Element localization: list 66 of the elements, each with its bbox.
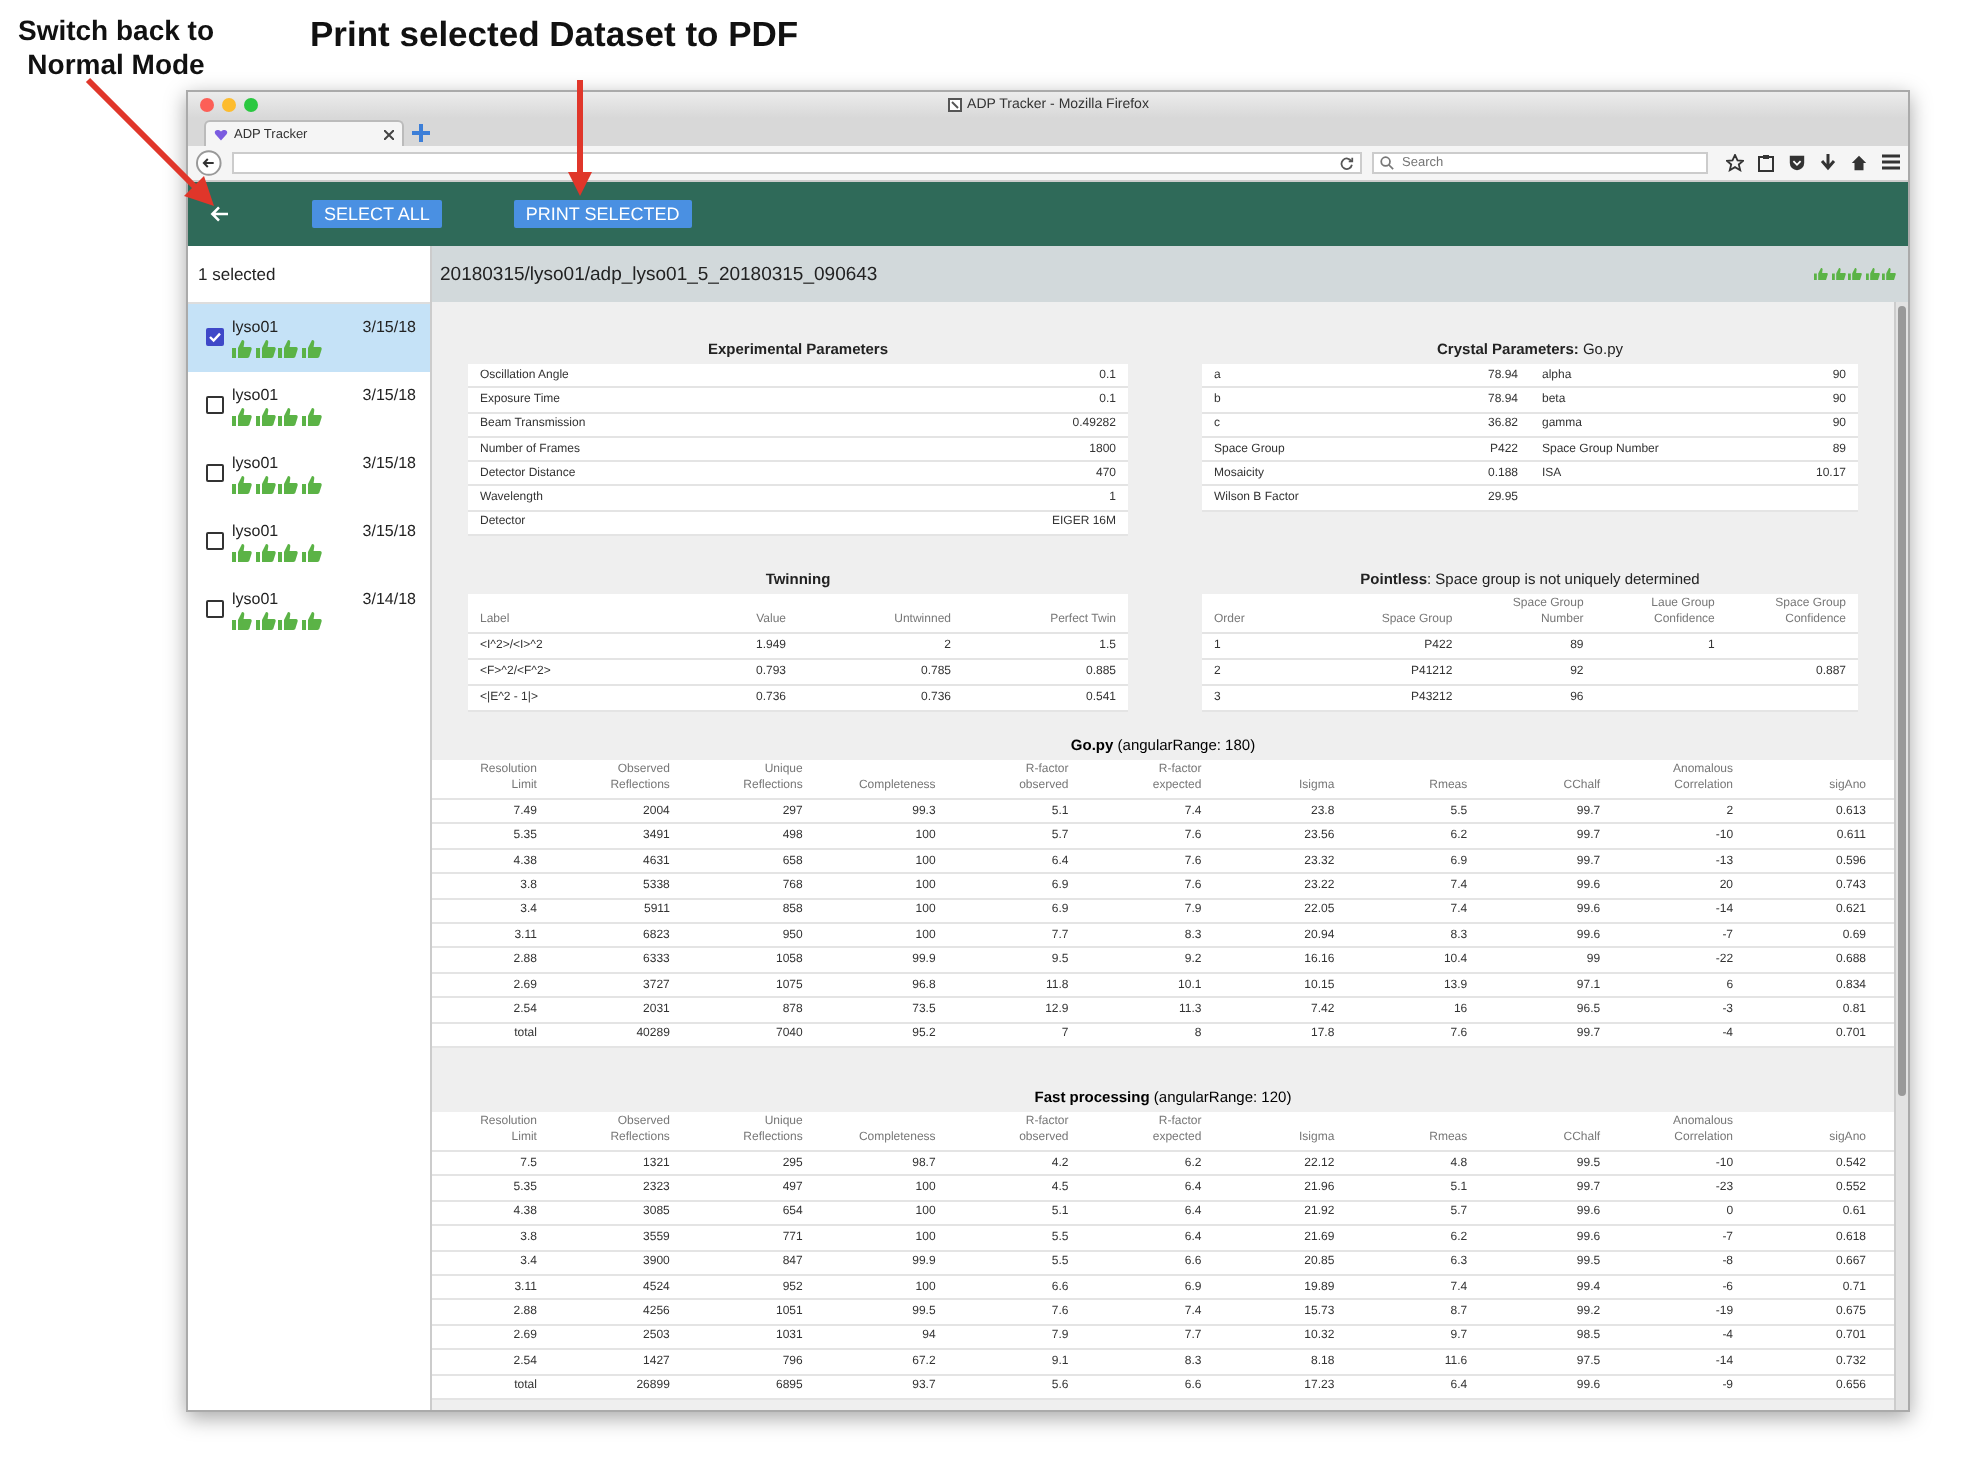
dataset-date: 3/15/18: [362, 318, 416, 340]
close-icon[interactable]: [384, 129, 394, 139]
dataset-date: 3/14/18: [362, 590, 416, 612]
thumbs-up-icon: [278, 340, 298, 358]
thumbs-up-icon: [278, 612, 298, 630]
address-field[interactable]: [231, 152, 1362, 174]
dataset-date: 3/15/18: [362, 522, 416, 544]
annotation-text: Switch back to Normal Mode: [15, 14, 217, 82]
dataset-item[interactable]: lyso01 3/14/18: [188, 576, 430, 644]
thumbs-up-icon: [232, 340, 252, 358]
annotation-text: Print selected Dataset to PDF: [310, 18, 799, 52]
thumbs-up-icon: [278, 544, 298, 562]
dataset-item[interactable]: lyso01 3/15/18: [188, 304, 430, 372]
thumbs-up-icon: [255, 408, 275, 426]
back-arrow-icon[interactable]: [210, 206, 228, 222]
thumbs-up-icon: [255, 544, 275, 562]
thumbs-up-icon: [255, 476, 275, 494]
dataset-path: 20180315/lyso01/adp_lyso01_5_20180315_090643: [440, 263, 878, 285]
thumbs-up-icon: [232, 476, 252, 494]
thumbs-up-icon: [1882, 267, 1896, 281]
heart-icon: [214, 127, 228, 141]
dataset-name: lyso01: [232, 522, 281, 540]
pointer-arrow: [568, 80, 592, 196]
document-icon: [947, 98, 962, 112]
checkbox[interactable]: [206, 464, 224, 482]
star-icon[interactable]: [1726, 154, 1744, 172]
dataset-name: lyso01: [232, 386, 281, 404]
menu-icon[interactable]: [1882, 154, 1900, 170]
dataset-name: lyso01: [232, 590, 281, 608]
thumbs-up-icon: [255, 340, 275, 358]
dataset-name: lyso01: [232, 454, 281, 472]
dataset-date: 3/15/18: [362, 454, 416, 476]
thumbs-up-icon: [301, 612, 321, 630]
reload-icon[interactable]: [1340, 156, 1354, 170]
dataset-item[interactable]: lyso01 3/15/18: [188, 440, 430, 508]
checkbox[interactable]: [206, 532, 224, 550]
thumbs-up-icon: [232, 408, 252, 426]
thumbs-up-icon: [232, 544, 252, 562]
thumbs-up-icon: [301, 340, 321, 358]
shield-icon[interactable]: [1788, 154, 1806, 172]
download-icon[interactable]: [1820, 154, 1836, 172]
thumbs-up-icon: [232, 612, 252, 630]
thumbs-up-icon: [1814, 267, 1828, 281]
dataset-item[interactable]: lyso01 3/15/18: [188, 372, 430, 440]
thumbs-up-icon: [301, 544, 321, 562]
selection-count: 1 selected: [198, 264, 276, 284]
thumbs-up-icon: [278, 408, 298, 426]
thumbs-up-icon: [255, 612, 275, 630]
home-icon[interactable]: [1850, 154, 1868, 172]
scrollbar-thumb[interactable]: [1898, 306, 1906, 1096]
thumbs-up-icon: [301, 476, 321, 494]
checkbox[interactable]: [206, 396, 224, 414]
clipboard-icon[interactable]: [1758, 154, 1774, 172]
dataset-item[interactable]: lyso01 3/15/18: [188, 508, 430, 576]
checkbox[interactable]: [206, 600, 224, 618]
thumbs-up-icon: [278, 476, 298, 494]
dataset-date: 3/15/18: [362, 386, 416, 408]
checkbox[interactable]: [206, 328, 224, 346]
thumbs-up-icon: [1865, 267, 1879, 281]
dataset-name: lyso01: [232, 318, 281, 336]
thumbs-up-icon: [1831, 267, 1845, 281]
thumbs-up-icon: [301, 408, 321, 426]
back-icon[interactable]: [196, 150, 222, 176]
pointer-arrow: [85, 77, 214, 206]
thumbs-up-icon: [1848, 267, 1862, 281]
new-tab-icon[interactable]: [412, 124, 430, 142]
